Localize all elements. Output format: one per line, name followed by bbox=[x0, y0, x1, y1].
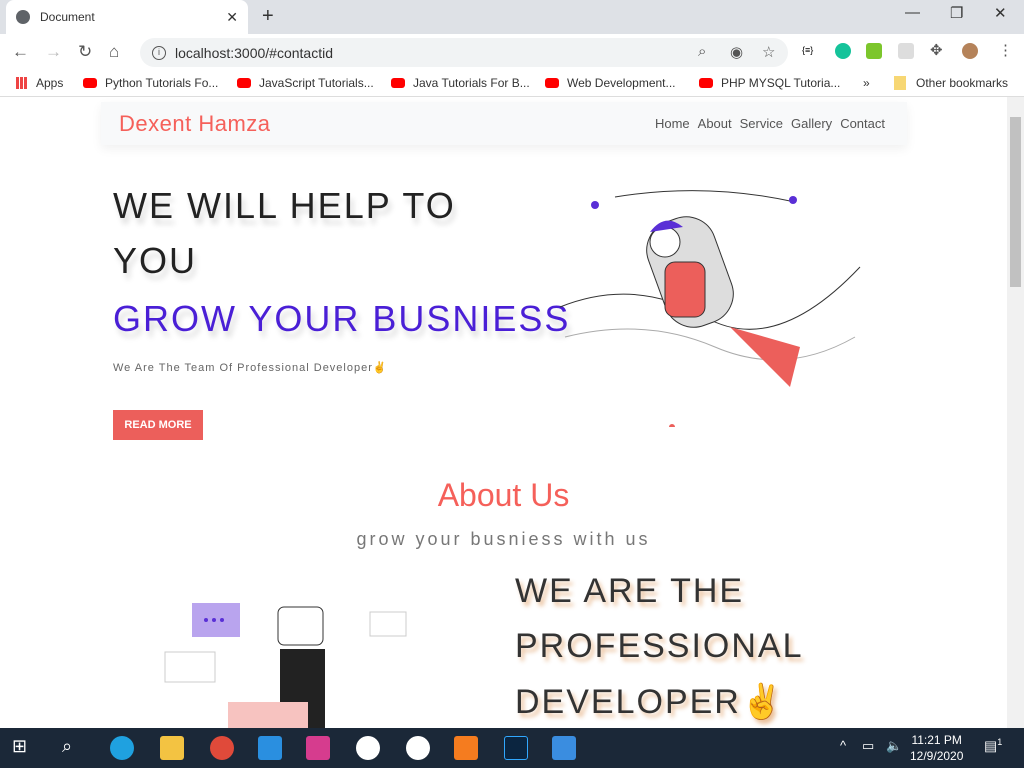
menu-icon[interactable]: ⋮ bbox=[998, 41, 1014, 59]
bookmark-apps[interactable]: Apps bbox=[16, 76, 63, 90]
eye-off-icon[interactable]: ◉ bbox=[730, 43, 743, 61]
restore-button[interactable]: ❐ bbox=[950, 4, 963, 22]
nav-service[interactable]: Service bbox=[740, 116, 783, 131]
bookmark-label: JavaScript Tutorials... bbox=[259, 76, 374, 90]
site-navbar: Dexent Hamza Home About Service Gallery … bbox=[101, 102, 907, 145]
nav-about[interactable]: About bbox=[698, 116, 732, 131]
bookmark-label: Java Tutorials For B... bbox=[413, 76, 530, 90]
windows-taskbar: ⊞ ⌕ ^ ▭ 🔈 11:21 PM 12/9/2020 ▤1 bbox=[0, 728, 1024, 768]
browser-tab[interactable]: Document ✕ bbox=[6, 0, 248, 34]
info-icon[interactable]: i bbox=[152, 45, 166, 60]
time: 11:21 PM bbox=[911, 733, 962, 747]
zoom-icon[interactable]: ⌕ bbox=[698, 43, 706, 60]
web-page: Dexent Hamza Home About Service Gallery … bbox=[0, 97, 1007, 728]
folder-icon bbox=[894, 76, 906, 90]
about-heading-line2: PROFESSIONAL bbox=[515, 627, 804, 665]
search-icon[interactable]: ⌕ bbox=[62, 736, 86, 760]
back-icon[interactable]: ← bbox=[12, 42, 29, 62]
nav-contact[interactable]: Contact bbox=[840, 116, 885, 131]
bookmark-java[interactable]: Java Tutorials For B... bbox=[391, 76, 530, 90]
bookmark-label: Python Tutorials Fo... bbox=[105, 76, 219, 90]
about-subtitle: grow your busniess with us bbox=[356, 529, 651, 549]
bookmark-webdev[interactable]: Web Development... bbox=[545, 76, 676, 90]
youtube-icon bbox=[83, 78, 97, 88]
about-heading-line3: DEVELOPER✌ bbox=[515, 683, 786, 721]
date: 12/9/2020 bbox=[910, 749, 964, 763]
notifications-icon[interactable]: ▤1 bbox=[984, 737, 1002, 755]
youtube-icon bbox=[237, 78, 251, 88]
download-extension-icon[interactable] bbox=[866, 43, 882, 59]
bookmark-label: Apps bbox=[36, 76, 64, 90]
file-explorer-icon[interactable] bbox=[160, 736, 184, 760]
star-icon[interactable]: ☆ bbox=[762, 43, 775, 61]
notification-count: 1 bbox=[997, 737, 1003, 747]
browser-toolbar: ← → ↻ ⌂ i localhost:3000/#contactid ⌕ ◉ … bbox=[0, 34, 1024, 70]
url-text: localhost:3000/#contactid bbox=[175, 44, 333, 61]
more-bookmarks-button[interactable]: » bbox=[863, 76, 870, 90]
windows-start-icon[interactable]: ⊞ bbox=[12, 736, 36, 760]
nav-home[interactable]: Home bbox=[655, 116, 690, 131]
youtube-icon bbox=[699, 78, 713, 88]
volume-icon[interactable]: 🔈 bbox=[886, 738, 902, 754]
other-bookmarks[interactable]: Other bookmarks bbox=[894, 76, 1008, 90]
bookmark-javascript[interactable]: JavaScript Tutorials... bbox=[237, 76, 374, 90]
site-brand[interactable]: Dexent Hamza bbox=[119, 111, 271, 137]
robot-illustration bbox=[164, 603, 407, 728]
bookmark-label: Other bookmarks bbox=[916, 76, 1009, 90]
xampp-icon[interactable] bbox=[454, 736, 478, 760]
hero-subtitle: We Are The Team Of Professional Develope… bbox=[113, 362, 388, 374]
tab-bar: Document ✕ + — ❐ ✕ bbox=[0, 0, 1024, 34]
reload-icon[interactable]: ↻ bbox=[78, 42, 92, 62]
network-icon[interactable]: ▭ bbox=[862, 738, 874, 754]
close-window-button[interactable]: ✕ bbox=[994, 4, 1007, 22]
address-bar[interactable]: i localhost:3000/#contactid ⌕ ◉ ☆ bbox=[140, 38, 788, 67]
tab-title: Document bbox=[40, 10, 95, 24]
youtube-icon bbox=[391, 78, 405, 88]
extensions-icon[interactable]: ✥ bbox=[930, 41, 946, 59]
bookmark-label: PHP MYSQL Tutoria... bbox=[721, 76, 841, 90]
tray-chevron-icon[interactable]: ^ bbox=[840, 738, 846, 753]
scrollbar-thumb[interactable] bbox=[1010, 117, 1021, 287]
page-scrollbar[interactable] bbox=[1007, 97, 1024, 728]
edge-icon[interactable] bbox=[110, 736, 134, 760]
close-tab-icon[interactable]: ✕ bbox=[226, 9, 238, 26]
grammarly-icon[interactable] bbox=[835, 43, 851, 59]
mongodb-icon[interactable] bbox=[356, 736, 380, 760]
bookmark-label: Web Development... bbox=[567, 76, 676, 90]
home-icon[interactable]: ⌂ bbox=[109, 42, 119, 62]
vscode-icon[interactable] bbox=[258, 736, 282, 760]
hero-heading-line1: WE WILL HELP TO bbox=[113, 185, 456, 226]
bookmark-python[interactable]: Python Tutorials Fo... bbox=[83, 76, 218, 90]
globe-icon bbox=[16, 10, 30, 24]
read-more-button[interactable]: READ MORE bbox=[113, 410, 203, 440]
photos-icon[interactable] bbox=[552, 736, 576, 760]
rocket-illustration bbox=[559, 190, 861, 427]
react-extension-icon[interactable] bbox=[898, 43, 914, 59]
chrome-icon[interactable] bbox=[210, 736, 234, 760]
bookmarks-bar: Apps Python Tutorials Fo... JavaScript T… bbox=[0, 70, 1024, 97]
hero-heading-line2: YOU bbox=[113, 240, 198, 281]
profile-avatar[interactable] bbox=[962, 43, 978, 59]
intellij-icon[interactable] bbox=[306, 736, 330, 760]
youtube-icon bbox=[545, 78, 559, 88]
minimize-button[interactable]: — bbox=[905, 4, 920, 21]
hero-heading-line3: GROW YOUR BUSNIESS bbox=[113, 298, 571, 339]
json-extension-icon[interactable]: {≡} bbox=[802, 45, 818, 61]
clock[interactable]: 11:21 PM 12/9/2020 bbox=[910, 732, 963, 764]
forward-icon[interactable]: → bbox=[45, 42, 62, 62]
photoshop-icon[interactable] bbox=[504, 736, 528, 760]
nav-gallery[interactable]: Gallery bbox=[791, 116, 832, 131]
app-icon[interactable] bbox=[406, 736, 430, 760]
about-heading-line1: WE ARE THE bbox=[515, 572, 745, 610]
apps-grid-icon bbox=[16, 77, 28, 89]
new-tab-button[interactable]: + bbox=[262, 5, 274, 28]
bookmark-php[interactable]: PHP MYSQL Tutoria... bbox=[699, 76, 840, 90]
about-title: About Us bbox=[437, 477, 570, 513]
